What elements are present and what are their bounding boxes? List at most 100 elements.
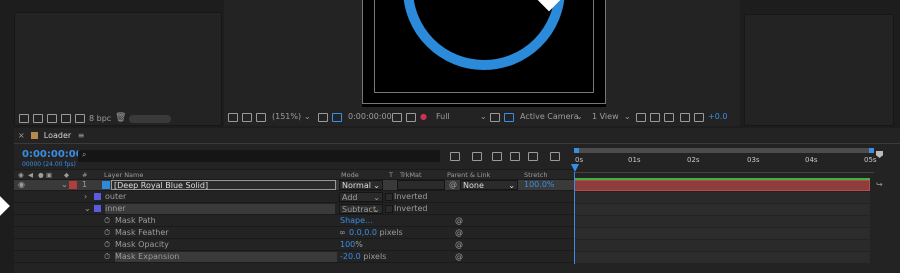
region-of-interest-icon[interactable] — [490, 113, 500, 122]
mask-name-outer[interactable]: outer — [105, 192, 126, 202]
show-snapshot-icon[interactable] — [406, 113, 416, 122]
bpc-label[interactable]: 8 bpc — [89, 114, 111, 123]
layer-track[interactable] — [574, 180, 870, 191]
layer-swatch-icon[interactable] — [69, 181, 77, 189]
mask-color-outer-icon[interactable] — [94, 193, 101, 200]
motion-blur-icon[interactable] — [528, 152, 538, 161]
view-chevron-icon[interactable]: ⌄ — [624, 110, 631, 124]
fast-preview-icon[interactable] — [636, 113, 646, 122]
work-area-bar[interactable] — [574, 148, 874, 153]
playhead-line[interactable] — [574, 172, 575, 264]
stopwatch-icon[interactable]: ⏱ — [104, 240, 110, 250]
lock-header-icon[interactable]: ▣ — [46, 170, 52, 180]
mode-header[interactable]: Mode — [341, 170, 359, 180]
trkmat-select[interactable] — [397, 180, 445, 190]
pickwhip-icon[interactable]: @ — [455, 216, 463, 226]
resolution-select[interactable]: Full — [436, 110, 450, 124]
pickwhip-icon[interactable]: @ — [449, 180, 457, 190]
pickwhip-icon[interactable]: @ — [455, 252, 463, 262]
layer-row[interactable]: ◉ ⌄ 1 [Deep Royal Blue Solid] Normal ⌄ @ … — [14, 180, 584, 191]
mask-row-inner[interactable]: ⌄ inner Subtract ⌄ Inverted — [14, 204, 584, 215]
mask-path-value[interactable]: Shape... — [340, 216, 373, 226]
time-ruler[interactable]: 0s 01s 02s 03s 04s 05s — [574, 148, 884, 179]
camera-snapshot-icon[interactable] — [392, 113, 402, 122]
comp-timecode[interactable]: 0:00:00:00 — [22, 149, 83, 160]
expand-icon[interactable]: ↪ — [876, 180, 883, 189]
prop-row-mask-feather[interactable]: ⏱ Mask Feather ∞ 0.0,0.0 pixels @ — [14, 228, 584, 239]
trash-icon[interactable]: 🗑 — [115, 113, 126, 123]
label-header-icon[interactable]: ◆ — [64, 170, 69, 180]
layer-name-header[interactable]: Layer Name — [104, 170, 143, 180]
close-icon[interactable]: × — [18, 131, 25, 140]
pickwhip-icon[interactable]: @ — [455, 228, 463, 238]
prop-row-mask-opacity[interactable]: ⏱ Mask Opacity 100% @ — [14, 240, 584, 251]
viewer-canvas[interactable] — [362, 0, 606, 107]
render-icon[interactable] — [75, 114, 85, 123]
shy-icon[interactable] — [492, 152, 502, 161]
timeline-icon[interactable] — [664, 113, 674, 122]
audio-header-icon[interactable]: ◀ — [28, 170, 33, 180]
visibility-eye-icon[interactable]: ◉ — [18, 180, 25, 190]
twirl-closed-icon[interactable]: › — [84, 192, 87, 202]
graph-editor-icon[interactable] — [550, 152, 560, 161]
resolution-chevron-icon[interactable]: ⌄ — [480, 110, 487, 124]
pickwhip-icon[interactable]: @ — [455, 240, 463, 250]
solo-header-icon[interactable]: ● — [38, 170, 44, 180]
search-input[interactable] — [92, 151, 432, 161]
new-folder-icon[interactable] — [33, 114, 43, 123]
zoom-chevron-icon[interactable]: ⌄ — [304, 110, 311, 124]
camera-select[interactable]: Active Camera — [520, 110, 579, 124]
stretch-header[interactable]: Stretch — [524, 170, 547, 180]
exposure-icon[interactable] — [694, 113, 704, 122]
mask-opacity-value[interactable]: 100 — [340, 240, 355, 249]
exposure-value[interactable]: +0.0 — [708, 110, 727, 124]
stopwatch-icon[interactable]: ⏱ — [104, 228, 110, 238]
stopwatch-icon[interactable]: ⏱ — [104, 216, 110, 226]
new-comp-icon[interactable] — [47, 114, 57, 123]
camera-chevron-icon[interactable]: ⌄ — [576, 110, 583, 124]
parent-select[interactable]: None ⌄ — [460, 180, 518, 190]
t-header[interactable]: T — [389, 170, 393, 180]
layer-mode-select[interactable]: Normal ⌄ — [339, 180, 383, 190]
mask-expansion-value[interactable]: -20.0 — [340, 252, 361, 261]
comp-mini-flowchart-icon[interactable] — [450, 152, 460, 161]
mask-color-inner-icon[interactable] — [94, 205, 101, 212]
tab-menu-icon[interactable]: ≡ — [78, 131, 85, 140]
twirl-open-icon[interactable]: ⌄ — [84, 204, 91, 214]
prop-row-mask-path[interactable]: ⏱ Mask Path Shape... @ — [14, 216, 584, 227]
stopwatch-icon[interactable]: ⏱ — [104, 252, 110, 262]
mask-feather-value[interactable]: 0.0,0.0 — [349, 228, 377, 237]
trkmat-header[interactable]: TrkMat — [400, 170, 422, 180]
project-scrollbar[interactable] — [129, 115, 171, 123]
mask-name-inner[interactable]: inner — [105, 204, 335, 214]
interpret-footage-icon[interactable] — [19, 114, 29, 123]
always-preview-icon[interactable] — [228, 113, 238, 122]
mask-visibility-icon[interactable] — [332, 113, 342, 122]
layer-name-field[interactable]: [Deep Royal Blue Solid] — [111, 180, 336, 190]
transparency-grid-icon[interactable] — [504, 113, 514, 122]
link-icon[interactable]: ∞ — [339, 228, 346, 238]
reset-exposure-icon[interactable] — [680, 113, 690, 122]
zoom-select[interactable]: (151%) — [272, 110, 301, 124]
adjust-icon[interactable] — [61, 114, 71, 123]
stretch-value[interactable]: 100.0% — [524, 180, 555, 190]
inverted-checkbox-inner[interactable] — [385, 205, 393, 213]
draft-3d-icon[interactable] — [472, 152, 482, 161]
inverted-checkbox-outer[interactable] — [385, 193, 393, 201]
frame-blending-icon[interactable] — [510, 152, 520, 161]
mask-mode-inner-select[interactable]: Subtract ⌄ — [339, 204, 383, 214]
mask-row-outer[interactable]: › outer Add ⌄ Inverted — [14, 192, 584, 203]
search-field[interactable]: ⌕ — [78, 150, 440, 162]
eye-header-icon[interactable]: ◉ — [18, 170, 24, 180]
work-area-start-handle[interactable] — [574, 148, 579, 153]
vr-goggles-icon[interactable] — [256, 113, 266, 122]
prop-row-mask-expansion[interactable]: ⏱ Mask Expansion -20.0 pixels @ — [14, 252, 584, 263]
monitor-icon[interactable] — [242, 113, 252, 122]
twirl-open-icon[interactable]: ⌄ — [61, 180, 68, 190]
viewer-timecode[interactable]: 0:00:00:00 — [348, 110, 392, 124]
work-area-end-handle[interactable] — [869, 148, 874, 153]
snapshot-icon[interactable] — [318, 113, 328, 122]
comp-tab[interactable]: × Loader ≡ — [18, 130, 84, 142]
parent-header[interactable]: Parent & Link — [447, 170, 490, 180]
view-select[interactable]: 1 View — [592, 110, 619, 124]
